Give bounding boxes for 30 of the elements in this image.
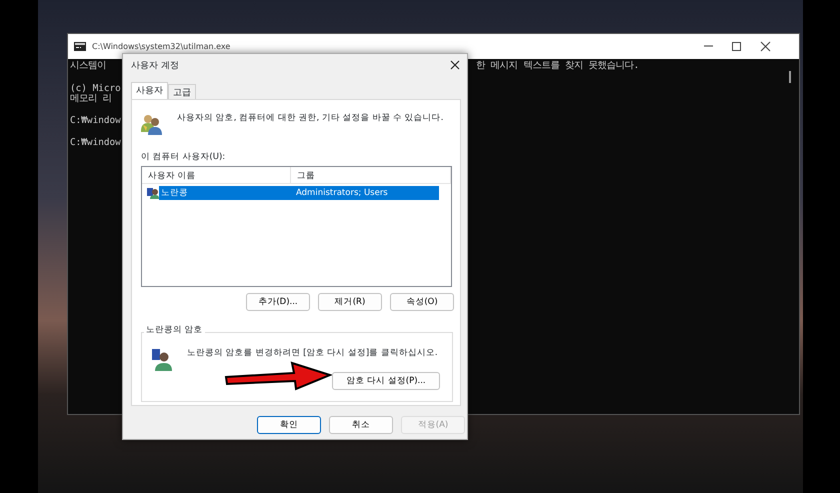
console-icon [74,42,86,51]
console-text: 시스템이 [70,60,106,71]
description-text: 사용자의 암호, 컴퓨터에 대한 권한, 기타 설정을 바꿀 수 있습니다. [177,112,444,125]
users-icon [140,112,164,136]
console-text: C:₩window [70,115,121,126]
password-text: 노란콩의 암호를 변경하려면 [암호 다시 설정]를 클릭하십시오. [187,347,438,360]
user-row[interactable]: 노란콩 Administrators; Users [159,186,439,200]
close-icon[interactable] [760,41,771,52]
maximize-icon[interactable] [731,41,742,52]
list-label: 이 컴퓨터 사용자(U): [141,151,226,164]
user-name: 노란콩 [160,186,189,200]
group-name: Administrators; Users [296,186,388,200]
list-button[interactable]: 추가(D)... [246,293,310,311]
console-text: (c) Micro [70,82,121,94]
list-button[interactable]: 제거(R) [318,293,382,311]
scrollbar-thumb [789,71,791,83]
dialog-title: 사용자 계정 [131,60,179,73]
dialog-button[interactable]: 확인 [257,416,321,434]
close-icon[interactable] [449,59,461,71]
list-button[interactable]: 속성(O) [390,293,454,311]
console-text: 한 메시지 텍스트를 찾지 못했습니다. [476,60,640,71]
dialog-button[interactable]: 취소 [329,416,393,434]
column-header[interactable]: 그룹 [291,167,451,183]
reset-password-button[interactable]: 암호 다시 설정(P)... [332,372,440,390]
console-text: 메모리 리 [70,93,112,104]
column-header[interactable]: 사용자 이름 [142,167,291,183]
window-title: C:\Windows\system32\utilman.exe [92,40,230,52]
console-text: C:₩window [70,136,121,148]
user-icon [147,187,159,199]
user-icon [152,349,172,371]
